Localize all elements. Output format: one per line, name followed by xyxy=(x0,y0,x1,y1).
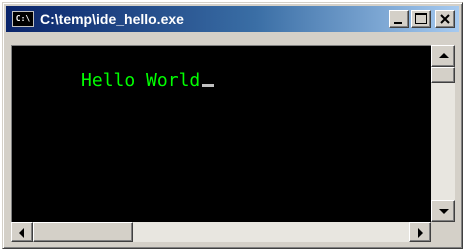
horizontal-scroll-thumb[interactable] xyxy=(33,222,133,242)
title-bar[interactable]: C:\ C:\temp\ide_hello.exe xyxy=(6,6,459,32)
close-button[interactable] xyxy=(435,10,455,28)
console-text: Hello World xyxy=(81,70,201,91)
arrow-left-icon xyxy=(19,228,24,238)
size-grip[interactable] xyxy=(431,222,455,242)
console-icon[interactable]: C:\ xyxy=(12,11,34,27)
minimize-button[interactable] xyxy=(389,10,409,28)
console-window: C:\ C:\temp\ide_hello.exe Hello World xyxy=(2,2,463,249)
scroll-down-button[interactable] xyxy=(431,200,455,222)
console-line: Hello World xyxy=(16,48,215,114)
console-output-area[interactable]: Hello World xyxy=(11,45,431,222)
arrow-right-icon xyxy=(418,228,423,238)
scroll-up-button[interactable] xyxy=(431,45,455,67)
horizontal-scrollbar[interactable] xyxy=(11,222,431,242)
scroll-right-button[interactable] xyxy=(409,222,431,242)
scroll-left-button[interactable] xyxy=(11,222,33,242)
arrow-up-icon xyxy=(439,53,449,58)
vertical-scroll-thumb[interactable] xyxy=(431,67,455,83)
arrow-down-icon xyxy=(439,209,449,214)
maximize-button[interactable] xyxy=(411,10,431,28)
vertical-scrollbar[interactable] xyxy=(431,45,455,222)
maximize-icon xyxy=(415,13,427,24)
close-icon xyxy=(440,14,450,24)
minimize-icon xyxy=(394,22,402,24)
window-title: C:\temp\ide_hello.exe xyxy=(40,11,184,27)
text-cursor xyxy=(202,84,215,87)
